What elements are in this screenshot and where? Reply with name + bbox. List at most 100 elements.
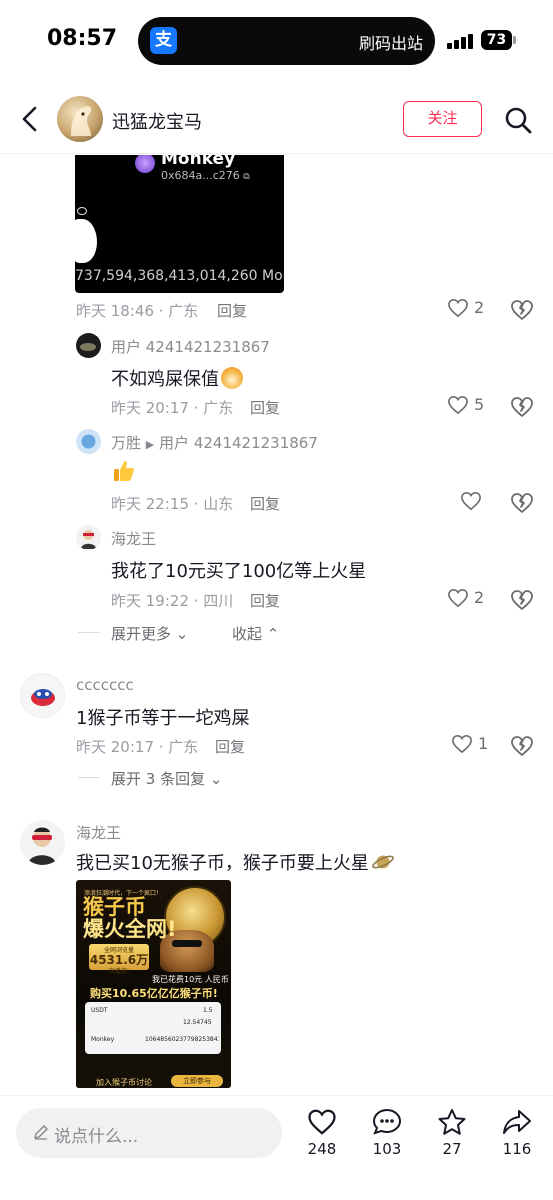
reply-time-location: 昨天 19:22 · 四川 — [111, 592, 234, 610]
chevron-down-icon: ⌄ — [175, 625, 189, 643]
status-time: 08:57 — [47, 26, 118, 51]
poster-join-label: 加入猴子币讨论 — [96, 1078, 152, 1087]
usdt-value: 1.5 — [203, 1007, 213, 1014]
like-button[interactable]: 2 — [447, 296, 507, 324]
comment-time-location: 昨天 18:46 · 广东 — [76, 302, 199, 320]
usdt-label: USDT — [91, 1007, 108, 1014]
reply-username-line: 万胜 ▶ 用户 4241421231867 — [111, 432, 318, 453]
comment-username[interactable]: ccccccc — [76, 676, 134, 694]
eye-icon — [77, 207, 87, 215]
status-bar: 08:57 支 刷码出站 73 — [0, 0, 553, 84]
like-video-button[interactable]: 248 — [297, 1108, 347, 1178]
user-avatar[interactable] — [76, 525, 101, 550]
user-avatar[interactable] — [76, 333, 101, 358]
comment-image-wallet[interactable]: Monkey 0x684a...c276 ⧉ 737,594,368,413,0… — [75, 155, 284, 293]
heart-icon — [308, 1109, 336, 1135]
comment-time-location: 昨天 20:17 · 广东 — [76, 738, 199, 756]
like-count: 5 — [474, 395, 485, 414]
reply-time-location: 昨天 20:17 · 广东 — [111, 399, 234, 417]
expand-replies-button[interactable]: 展开 3 条回复 ⌄ — [111, 768, 222, 789]
bottom-action-bar: 说点什么... 248 103 27 116 — [0, 1095, 553, 1200]
broken-heart-icon[interactable] — [510, 298, 534, 322]
reply-button[interactable]: 回复 — [250, 493, 280, 514]
expand-more-button[interactable]: 展开更多 ⌄ — [111, 623, 188, 644]
video-like-count: 248 — [307, 1140, 337, 1158]
reply-time-location: 昨天 22:15 · 山东 — [111, 495, 234, 513]
heart-icon — [461, 491, 481, 511]
like-button[interactable]: 5 — [447, 393, 507, 421]
search-icon[interactable] — [504, 106, 532, 134]
comment-username[interactable]: 海龙王 — [76, 822, 121, 843]
broken-heart-icon[interactable] — [510, 588, 534, 612]
comment-list[interactable]: Monkey 0x684a...c276 ⧉ 737,594,368,413,0… — [0, 155, 553, 1095]
account-avatar[interactable] — [57, 96, 103, 142]
poster-wallet-panel: USDT 1.5 12.54745 Monkey 106485602377982… — [85, 1002, 221, 1054]
signal-icon — [447, 33, 475, 49]
chevron-left-icon[interactable] — [18, 104, 42, 134]
follow-button[interactable]: 关注 — [403, 101, 482, 137]
token-amount: 737,594,368,413,014,260 Monkey — [75, 268, 284, 284]
battery-tip — [513, 36, 516, 44]
comment-input-placeholder: 说点什么... — [54, 1127, 139, 1147]
reply-username[interactable]: 用户 4241421231867 — [111, 336, 270, 357]
sunglasses-graphic — [172, 940, 202, 947]
video-comment-count: 103 — [372, 1140, 402, 1158]
comment-header: 迅猛龙宝马 关注 — [0, 84, 553, 154]
heart-icon — [448, 588, 468, 608]
comments-button[interactable]: 103 — [362, 1108, 412, 1178]
star-icon — [438, 1109, 466, 1135]
like-button[interactable]: 2 — [447, 586, 507, 614]
heart-icon — [448, 298, 468, 318]
share-arrow-icon — [503, 1110, 531, 1134]
wallet-graphic — [75, 219, 97, 263]
battery-icon: 73 — [481, 30, 512, 50]
island-label: 刷码出站 — [358, 34, 423, 53]
reply-username[interactable]: 海龙王 — [111, 528, 156, 549]
monkey-value: 10648560237798253841700... — [145, 1036, 219, 1043]
broken-heart-icon[interactable] — [510, 395, 534, 419]
video-share-count: 116 — [502, 1140, 532, 1158]
reply-text: 我花了10元买了100亿等上火星 — [111, 561, 367, 582]
reply-button[interactable]: 回复 — [217, 300, 247, 321]
comment-input[interactable]: 说点什么... — [16, 1108, 282, 1158]
reply-username[interactable]: 万胜 — [111, 434, 141, 452]
monkey-label: Monkey — [91, 1036, 115, 1043]
dog-face-emoji — [221, 367, 243, 389]
like-count: 1 — [478, 734, 489, 753]
broken-heart-icon[interactable] — [510, 734, 534, 758]
thumbs-up-emoji — [114, 461, 134, 481]
token-address: 0x684a...c276 ⧉ — [161, 169, 250, 182]
reply-button[interactable]: 回复 — [215, 736, 245, 757]
reply-to-username[interactable]: 用户 4241421231867 — [159, 434, 318, 452]
reply-text: 不如鸡屎保值 — [111, 365, 243, 391]
reply-arrow-icon: ▶ — [145, 438, 155, 451]
chevron-up-icon: ⌃ — [266, 625, 280, 643]
share-button[interactable]: 116 — [492, 1108, 542, 1178]
heart-icon — [452, 734, 472, 754]
token-logo — [135, 155, 155, 173]
alipay-icon: 支 — [150, 27, 177, 54]
collapse-button[interactable]: 收起 ⌃ — [232, 623, 279, 644]
poster-title: 猴子币 爆火全网! — [83, 895, 177, 941]
like-button[interactable]: 1 — [451, 732, 511, 760]
like-count: 2 — [474, 588, 485, 607]
usdt-amount: 12.54745 — [183, 1019, 212, 1026]
divider — [78, 632, 100, 633]
chevron-down-icon: ⌄ — [209, 770, 223, 788]
user-avatar[interactable] — [20, 673, 65, 718]
poster-buy: 购买10.65亿亿亿猴子币! — [90, 987, 218, 1000]
broken-heart-icon[interactable] — [510, 491, 534, 515]
user-avatar[interactable] — [20, 820, 65, 865]
favorite-button[interactable]: 27 — [427, 1108, 477, 1178]
comment-image-poster[interactable]: 添浪狂潮时代，下一个疯口！ 猴子币 爆火全网! 全网浏览量 4531.6万 次播放… — [76, 880, 231, 1088]
reply-button[interactable]: 回复 — [250, 397, 280, 418]
user-avatar[interactable] — [76, 429, 101, 454]
like-count: 2 — [474, 298, 485, 317]
dynamic-island[interactable]: 支 刷码出站 — [138, 17, 435, 65]
comment-text: 我已买10无猴子币，猴子币要上火星 — [76, 849, 395, 875]
account-name[interactable]: 迅猛龙宝马 — [112, 108, 202, 134]
divider — [78, 777, 100, 778]
reply-button[interactable]: 回复 — [250, 590, 280, 611]
poster-spent: 我已花费10元 人民币 — [152, 975, 229, 984]
ringed-planet-emoji — [372, 855, 394, 869]
